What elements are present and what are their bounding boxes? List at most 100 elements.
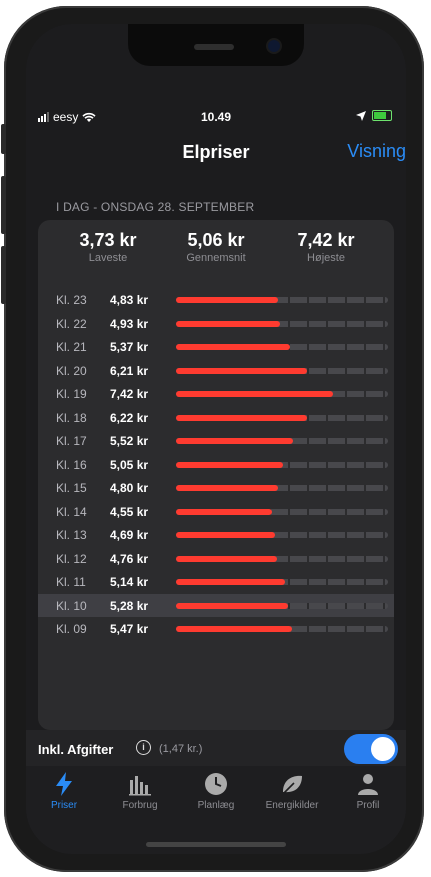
hour-label: Kl. 17: [56, 434, 87, 448]
tab-bar: Priser Forbrug Planlæg Energikilder Prof…: [26, 766, 406, 854]
price-value: 7,42 kr: [110, 387, 149, 401]
price-card: 3,73 kr Laveste 5,06 kr Gennemsnit 7,42 …: [38, 220, 394, 730]
price-bar-track: [176, 320, 388, 327]
price-value: 5,05 kr: [110, 457, 149, 472]
price-row[interactable]: Kl. 11 5,14 kr: [38, 570, 394, 594]
tab-priser[interactable]: Priser: [26, 772, 102, 811]
price-value: 4,83 kr: [110, 293, 149, 307]
price-row[interactable]: Kl. 10 5,28 kr: [38, 593, 394, 617]
price-row[interactable]: Kl. 14 4,55 kr: [38, 500, 394, 524]
hour-label: Kl. 19: [56, 387, 87, 401]
hour-label: Kl. 20: [56, 363, 87, 378]
price-row[interactable]: Kl. 18 6,22 kr: [38, 406, 394, 430]
price-bar-track: [176, 626, 388, 632]
hour-label: Kl. 12: [56, 551, 87, 566]
price-bar: [176, 626, 292, 632]
status-time: 10.49: [200, 110, 232, 124]
price-bar-track: [176, 508, 388, 515]
price-bar-track: [176, 367, 388, 374]
price-bar-track: [176, 438, 388, 444]
price-value: 5,28 kr: [110, 598, 149, 613]
app-screen: eesy 10.49 Elpriser Visning I DAG - ONSD…: [26, 24, 406, 854]
price-bar-track: [176, 297, 388, 303]
tab-label: Planlæg: [197, 800, 235, 811]
price-bar: [176, 555, 277, 562]
price-row[interactable]: Kl. 20 6,21 kr: [38, 359, 394, 383]
hour-label: Kl. 11: [56, 575, 86, 589]
price-value: 6,21 kr: [110, 363, 149, 378]
price-bar: [176, 414, 308, 421]
price-bar-track: [176, 602, 388, 609]
price-row[interactable]: Kl. 12 4,76 kr: [38, 547, 394, 571]
price-row[interactable]: Kl. 19 7,42 kr: [38, 382, 394, 406]
price-value: 5,14 kr: [110, 575, 149, 589]
bar-chart-icon: [129, 776, 151, 796]
price-bar: [176, 602, 288, 609]
volume-up-button: [1, 176, 6, 234]
price-bar: [176, 320, 281, 327]
average-value: 5,06 kr: [187, 230, 245, 250]
highest-label: Højeste: [307, 252, 345, 264]
volume-down-button: [1, 246, 6, 304]
leaf-icon: [283, 775, 302, 794]
info-icon[interactable]: i: [136, 740, 151, 755]
price-row[interactable]: Kl. 15 4,80 kr: [38, 476, 394, 500]
hour-label: Kl. 23: [56, 293, 87, 307]
hourly-price-list: Kl. 23 4,83 kr Kl. 22 4,93 kr Kl. 21 5,37 kr K…: [38, 288, 394, 641]
average-label: Gennemsnit: [186, 252, 246, 264]
tab-label: Profil: [356, 800, 380, 811]
tab-label: Priser: [50, 800, 78, 811]
price-bar: [176, 438, 293, 444]
price-bar-track: [176, 344, 388, 350]
hour-label: Kl. 15: [56, 481, 87, 495]
price-bar-track: [176, 414, 388, 421]
person-icon: [358, 774, 378, 795]
speaker-grille: [194, 44, 234, 50]
price-bar: [176, 367, 308, 374]
price-value: 4,69 kr: [110, 528, 149, 542]
front-camera: [268, 40, 280, 52]
tab-planlaeg[interactable]: Planlæg: [178, 772, 254, 811]
highest-value: 7,42 kr: [297, 230, 355, 250]
price-value: 4,93 kr: [110, 316, 149, 331]
price-bar: [176, 579, 285, 585]
hour-label: Kl. 18: [56, 410, 87, 425]
price-row[interactable]: Kl. 16 5,05 kr: [38, 453, 394, 477]
view-button[interactable]: Visning: [347, 141, 406, 162]
lowest-value: 3,73 kr: [79, 230, 137, 250]
price-row[interactable]: Kl. 21 5,37 kr: [38, 335, 394, 359]
fees-amount: (1,47 kr.): [159, 743, 203, 755]
summary-average: 5,06 kr Gennemsnit: [166, 230, 266, 264]
price-value: 4,80 kr: [110, 481, 149, 495]
fees-label: Inkl. Afgifter: [38, 742, 114, 757]
price-bar-track: [176, 391, 388, 397]
price-value: 4,55 kr: [110, 504, 149, 519]
price-row[interactable]: Kl. 22 4,93 kr: [38, 312, 394, 336]
date-header: I DAG - ONSDAG 28. SEPTEMBER: [56, 200, 255, 214]
phone-frame: eesy 10.49 Elpriser Visning I DAG - ONSD…: [1, 6, 424, 872]
mute-switch: [1, 124, 6, 154]
price-bar: [176, 508, 273, 515]
price-bar: [176, 297, 279, 303]
tab-energikilder[interactable]: Energikilder: [254, 772, 330, 811]
fees-toggle-row: Inkl. Afgifter i (1,47 kr.): [26, 730, 406, 766]
tab-profil[interactable]: Profil: [330, 772, 406, 811]
price-bar-track: [176, 532, 388, 538]
price-bar: [176, 532, 276, 538]
navigation-bar: Elpriser Visning: [26, 136, 406, 176]
switch-knob: [371, 737, 395, 761]
hour-label: Kl. 16: [56, 457, 87, 472]
price-row[interactable]: Kl. 23 4,83 kr: [38, 288, 394, 312]
price-row[interactable]: Kl. 09 5,47 kr: [38, 617, 394, 641]
home-indicator: [146, 842, 286, 847]
price-value: 5,37 kr: [110, 340, 149, 354]
hour-label: Kl. 13: [56, 528, 87, 542]
price-bar-track: [176, 579, 388, 585]
price-bar-track: [176, 555, 388, 562]
price-row[interactable]: Kl. 13 4,69 kr: [38, 523, 394, 547]
tab-forbrug[interactable]: Forbrug: [102, 772, 178, 811]
price-value: 5,52 kr: [110, 434, 149, 448]
fees-switch[interactable]: [344, 734, 398, 764]
lowest-label: Laveste: [88, 252, 128, 264]
price-row[interactable]: Kl. 17 5,52 kr: [38, 429, 394, 453]
